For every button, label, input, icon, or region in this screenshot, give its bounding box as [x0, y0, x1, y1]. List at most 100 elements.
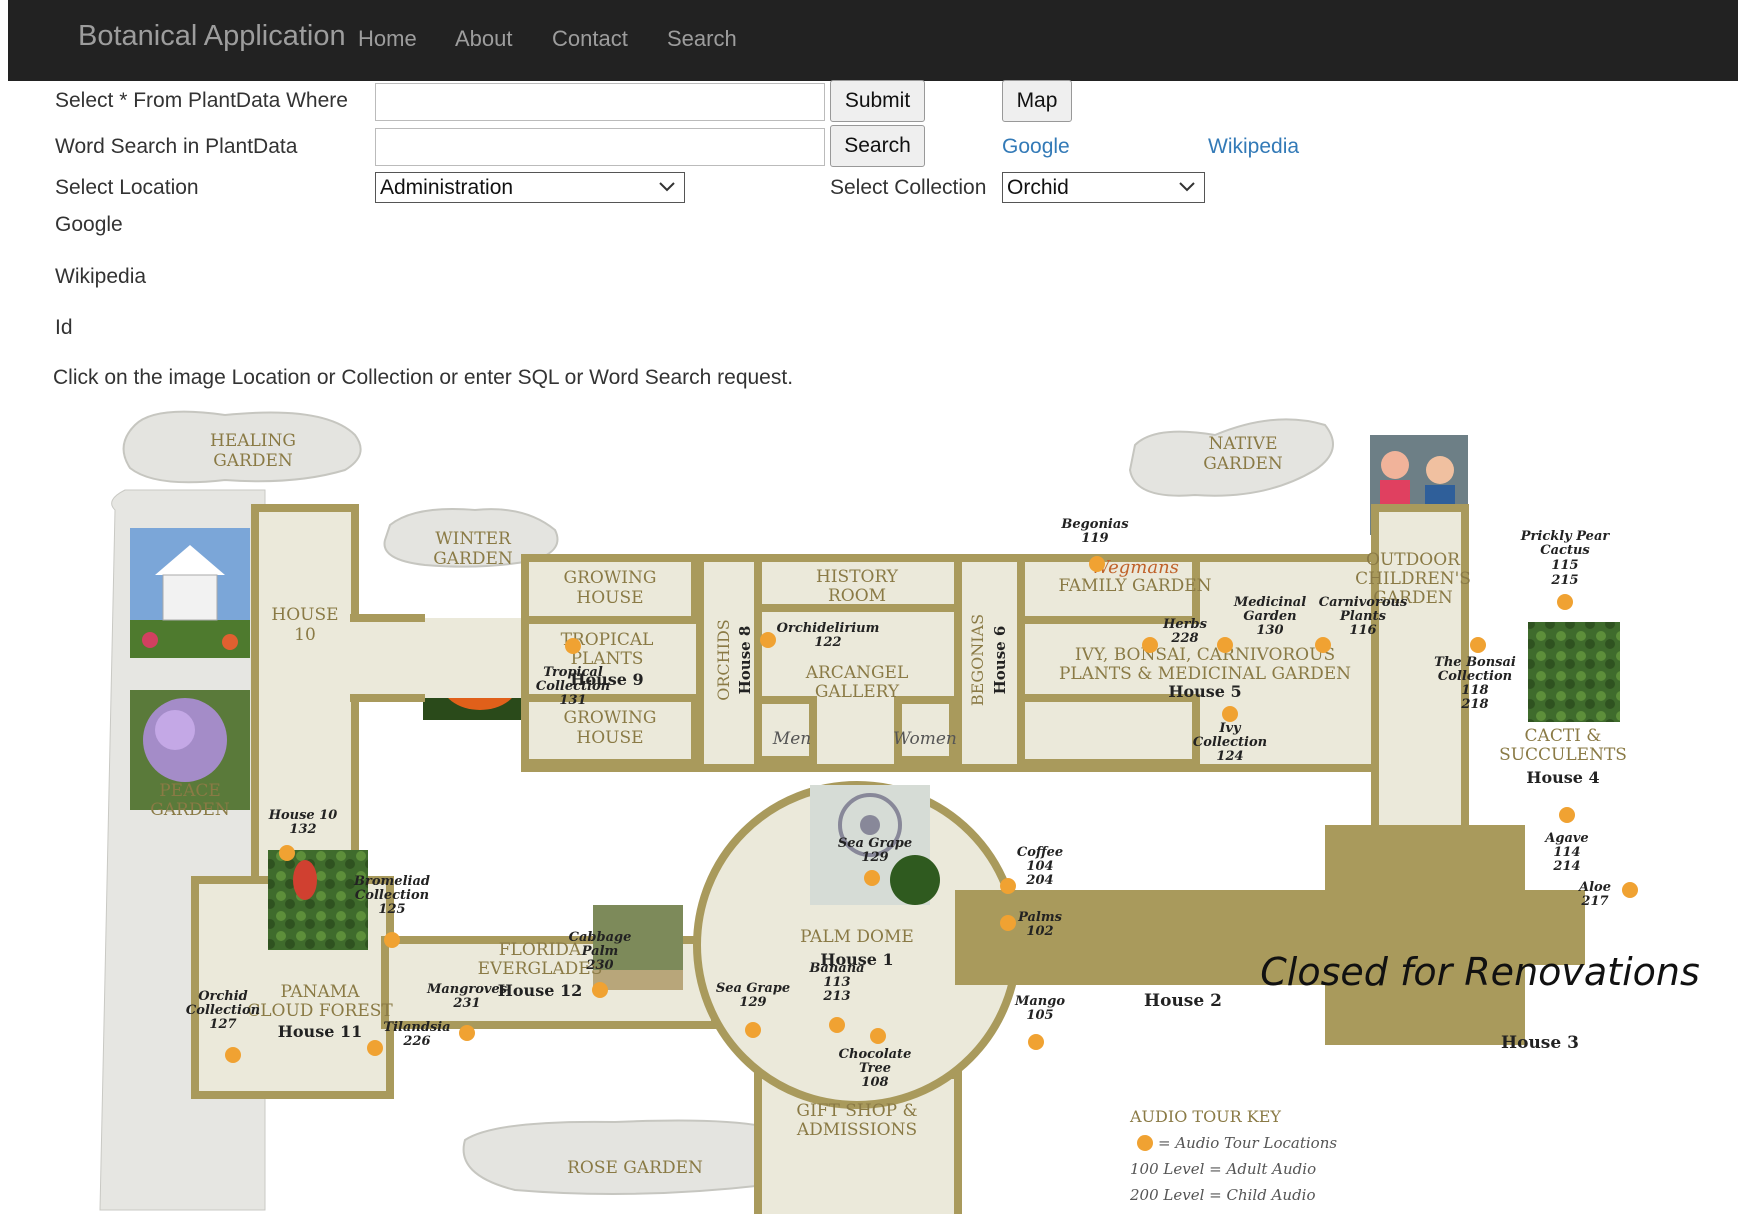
- panama-label-2: CLOUD FOREST: [247, 1001, 393, 1021]
- svg-text:231: 231: [452, 996, 480, 1011]
- svg-text:Carnivorous: Carnivorous: [1319, 595, 1408, 610]
- svg-text:119: 119: [1081, 531, 1108, 546]
- svg-text:108: 108: [861, 1075, 888, 1090]
- location-select[interactable]: Administration: [375, 172, 685, 203]
- wegmans-logo: Wegmans: [1091, 557, 1179, 578]
- begonias-label: BEGONIAS: [968, 614, 987, 706]
- audio-key-line-2: 100 Level = Adult Audio: [1130, 1160, 1316, 1178]
- history-label: HISTORY: [816, 567, 899, 587]
- svg-text:124: 124: [1216, 749, 1243, 764]
- word-search-label: Word Search in PlantData: [55, 135, 298, 158]
- svg-text:Collection: Collection: [355, 888, 429, 903]
- word-search-input[interactable]: [375, 128, 825, 166]
- growing-top-label: GROWING: [564, 568, 657, 588]
- sql-label: Select * From PlantData Where: [55, 89, 348, 112]
- svg-text:130: 130: [1256, 623, 1283, 638]
- svg-text:230: 230: [585, 958, 613, 973]
- winter-garden-label: WINTER: [435, 529, 512, 549]
- svg-text:Begonias: Begonias: [1060, 517, 1129, 532]
- chevron-down-icon: [1179, 182, 1195, 192]
- peace-garden-label-2: GARDEN: [150, 800, 230, 820]
- stop-prickly-pear[interactable]: Prickly PearCactus115215: [1520, 529, 1611, 610]
- closed-renovations-label: Closed for Renovations: [1260, 950, 1700, 994]
- stop-coffee[interactable]: Coffee104204: [1000, 845, 1063, 894]
- gazebo-photo[interactable]: [130, 528, 250, 658]
- svg-text:Tree: Tree: [859, 1061, 891, 1076]
- svg-text:Mango: Mango: [1014, 994, 1065, 1009]
- map-button[interactable]: Map: [1002, 80, 1072, 122]
- svg-text:Aloe: Aloe: [1577, 880, 1611, 895]
- svg-text:113: 113: [823, 975, 850, 990]
- nav-contact-link[interactable]: Contact: [552, 26, 628, 52]
- chevron-down-icon: [659, 182, 675, 192]
- women-label: Women: [893, 729, 957, 749]
- men-label: Men: [772, 729, 811, 749]
- svg-text:226: 226: [402, 1034, 430, 1049]
- svg-text:Mangroves: Mangroves: [426, 982, 508, 997]
- svg-text:Banana: Banana: [808, 961, 864, 976]
- svg-text:Sea Grape: Sea Grape: [838, 836, 912, 851]
- svg-text:132: 132: [289, 822, 316, 837]
- peace-garden-label: PEACE: [159, 781, 221, 801]
- stop-aloe[interactable]: Aloe217: [1577, 880, 1638, 909]
- svg-text:Ivy: Ivy: [1218, 721, 1242, 736]
- gift-shop-label-2: ADMISSIONS: [796, 1120, 917, 1140]
- svg-text:The Bonsai: The Bonsai: [1434, 655, 1516, 670]
- svg-text:129: 129: [861, 850, 888, 865]
- google-info: Google: [55, 213, 123, 236]
- growing-bottom-label: GROWING: [564, 708, 657, 728]
- nav-about-link[interactable]: About: [455, 26, 513, 52]
- instruction-text: Click on the image Location or Collectio…: [53, 366, 794, 389]
- healing-garden-label-2: GARDEN: [213, 451, 293, 471]
- collection-select-value: Orchid: [1007, 176, 1069, 199]
- nav-home-link[interactable]: Home: [358, 26, 417, 52]
- wikipedia-link[interactable]: Wikipedia: [1208, 135, 1299, 159]
- svg-text:102: 102: [1026, 924, 1053, 939]
- svg-text:114: 114: [1553, 845, 1580, 860]
- house6-label: House 6: [991, 626, 1009, 695]
- google-link[interactable]: Google: [1002, 135, 1070, 159]
- family-garden-label: FAMILY GARDEN: [1058, 576, 1211, 596]
- svg-text:Garden: Garden: [1243, 609, 1296, 624]
- audio-tour-key: AUDIO TOUR KEY = Audio Tour Locations 10…: [1129, 1107, 1337, 1204]
- history-label-2: ROOM: [828, 586, 886, 606]
- svg-text:Palms: Palms: [1017, 910, 1063, 925]
- conservatory-map[interactable]: HEALING GARDEN WINTER GARDEN NATIVE GARD…: [95, 410, 1705, 1214]
- rose-garden[interactable]: ROSE GARDEN: [462, 1119, 800, 1195]
- cacti-label-2: SUCCULENTS: [1499, 745, 1627, 765]
- house3-label: House 3: [1501, 1033, 1579, 1053]
- location-label: Select Location: [55, 176, 199, 199]
- navbar: Botanical Application Home About Contact…: [8, 0, 1738, 81]
- svg-text:Prickly Pear: Prickly Pear: [1520, 529, 1611, 544]
- native-garden[interactable]: NATIVE GARDEN: [1128, 418, 1334, 497]
- stop-agave[interactable]: Agave114214: [1543, 807, 1589, 874]
- panama-photo[interactable]: [268, 850, 368, 950]
- nav-search-link[interactable]: Search: [667, 26, 737, 52]
- house5-label: House 5: [1168, 682, 1241, 701]
- collection-select[interactable]: Orchid: [1002, 172, 1205, 203]
- house10-label-2: 10: [294, 625, 316, 645]
- sql-input[interactable]: [375, 83, 825, 121]
- house2-label: House 2: [1144, 991, 1222, 1011]
- ivy-collection-room[interactable]: [1017, 694, 1200, 767]
- svg-text:Orchid: Orchid: [198, 989, 248, 1004]
- cacti-label: CACTI &: [1525, 726, 1602, 746]
- svg-text:214: 214: [1552, 859, 1580, 874]
- stop-mango[interactable]: Mango105: [1014, 994, 1065, 1050]
- svg-text:213: 213: [822, 989, 850, 1004]
- id-info: Id: [55, 316, 73, 339]
- svg-text:116: 116: [1349, 623, 1376, 638]
- healing-garden[interactable]: HEALING GARDEN: [122, 410, 362, 484]
- native-garden-label-2: GARDEN: [1203, 454, 1283, 474]
- cactus-photo[interactable]: [1528, 622, 1620, 722]
- svg-text:Herbs: Herbs: [1162, 617, 1207, 632]
- panama-label: PANAMA: [281, 982, 361, 1002]
- healing-garden-label: HEALING: [210, 431, 296, 451]
- search-button[interactable]: Search: [830, 125, 925, 167]
- brand-link[interactable]: Botanical Application: [78, 20, 346, 53]
- arcangel-label-2: GALLERY: [815, 682, 900, 702]
- native-garden-label: NATIVE: [1209, 434, 1278, 454]
- svg-text:Collection: Collection: [536, 679, 610, 694]
- audio-key-dot: [1137, 1135, 1153, 1151]
- submit-button[interactable]: Submit: [830, 80, 925, 122]
